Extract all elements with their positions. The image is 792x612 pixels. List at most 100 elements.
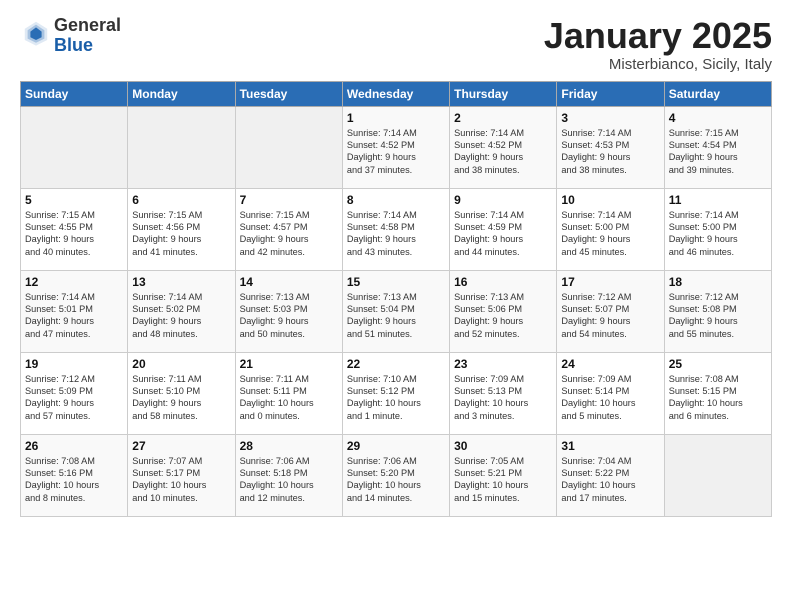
- col-thursday: Thursday: [450, 81, 557, 106]
- day-number: 21: [240, 357, 338, 371]
- table-row: 10 Sunrise: 7:14 AM Sunset: 5:00 PM Dayli…: [557, 188, 664, 270]
- day-info: Sunrise: 7:06 AM Sunset: 5:18 PM Dayligh…: [240, 455, 338, 505]
- day-info: Sunrise: 7:13 AM Sunset: 5:06 PM Dayligh…: [454, 291, 552, 341]
- day-number: 24: [561, 357, 659, 371]
- day-number: 30: [454, 439, 552, 453]
- table-row: 19 Sunrise: 7:12 AM Sunset: 5:09 PM Dayli…: [21, 352, 128, 434]
- day-info: Sunrise: 7:14 AM Sunset: 5:00 PM Dayligh…: [561, 209, 659, 259]
- table-row: 5Sunrise: 7:15 AM Sunset: 4:55 PM Daylig…: [21, 188, 128, 270]
- day-number: 22: [347, 357, 445, 371]
- day-info: Sunrise: 7:11 AM Sunset: 5:11 PM Dayligh…: [240, 373, 338, 423]
- table-row: 12Sunrise: 7:14 AM Sunset: 5:01 PM Dayli…: [21, 270, 128, 352]
- day-info: Sunrise: 7:14 AM Sunset: 5:02 PM Dayligh…: [132, 291, 230, 341]
- day-number: 11: [669, 193, 767, 207]
- day-number: 8: [347, 193, 445, 207]
- logo-icon: [22, 19, 50, 47]
- day-number: 9: [454, 193, 552, 207]
- table-row: [128, 106, 235, 188]
- day-number: 18: [669, 275, 767, 289]
- day-info: Sunrise: 7:14 AM Sunset: 5:01 PM Dayligh…: [25, 291, 123, 341]
- table-row: 14Sunrise: 7:13 AM Sunset: 5:03 PM Dayli…: [235, 270, 342, 352]
- location: Misterbianco, Sicily, Italy: [544, 56, 772, 73]
- day-info: Sunrise: 7:13 AM Sunset: 5:04 PM Dayligh…: [347, 291, 445, 341]
- day-info: Sunrise: 7:15 AM Sunset: 4:56 PM Dayligh…: [132, 209, 230, 259]
- day-number: 29: [347, 439, 445, 453]
- day-info: Sunrise: 7:12 AM Sunset: 5:08 PM Dayligh…: [669, 291, 767, 341]
- day-number: 17: [561, 275, 659, 289]
- col-friday: Friday: [557, 81, 664, 106]
- col-monday: Monday: [128, 81, 235, 106]
- table-row: 1Sunrise: 7:14 AM Sunset: 4:52 PM Daylig…: [342, 106, 449, 188]
- day-info: Sunrise: 7:09 AM Sunset: 5:14 PM Dayligh…: [561, 373, 659, 423]
- day-number: 15: [347, 275, 445, 289]
- table-row: 18 Sunrise: 7:12 AM Sunset: 5:08 PM Dayli…: [664, 270, 771, 352]
- table-row: [235, 106, 342, 188]
- calendar-week-row: 12Sunrise: 7:14 AM Sunset: 5:01 PM Dayli…: [21, 270, 772, 352]
- table-row: 27Sunrise: 7:07 AM Sunset: 5:17 PM Dayli…: [128, 434, 235, 516]
- table-row: 24 Sunrise: 7:09 AM Sunset: 5:14 PM Dayli…: [557, 352, 664, 434]
- day-number: 2: [454, 111, 552, 125]
- day-info: Sunrise: 7:09 AM Sunset: 5:13 PM Dayligh…: [454, 373, 552, 423]
- day-info: Sunrise: 7:13 AM Sunset: 5:03 PM Dayligh…: [240, 291, 338, 341]
- table-row: 11 Sunrise: 7:14 AM Sunset: 5:00 PM Dayli…: [664, 188, 771, 270]
- day-number: 26: [25, 439, 123, 453]
- day-info: Sunrise: 7:05 AM Sunset: 5:21 PM Dayligh…: [454, 455, 552, 505]
- col-wednesday: Wednesday: [342, 81, 449, 106]
- table-row: [21, 106, 128, 188]
- table-row: 8Sunrise: 7:14 AM Sunset: 4:58 PM Daylig…: [342, 188, 449, 270]
- table-row: 7 Sunrise: 7:15 AM Sunset: 4:57 PM Daylig…: [235, 188, 342, 270]
- day-number: 13: [132, 275, 230, 289]
- day-info: Sunrise: 7:08 AM Sunset: 5:15 PM Dayligh…: [669, 373, 767, 423]
- day-info: Sunrise: 7:14 AM Sunset: 4:59 PM Dayligh…: [454, 209, 552, 259]
- table-row: 13 Sunrise: 7:14 AM Sunset: 5:02 PM Dayli…: [128, 270, 235, 352]
- day-info: Sunrise: 7:04 AM Sunset: 5:22 PM Dayligh…: [561, 455, 659, 505]
- table-row: 22Sunrise: 7:10 AM Sunset: 5:12 PM Dayli…: [342, 352, 449, 434]
- day-info: Sunrise: 7:15 AM Sunset: 4:57 PM Dayligh…: [240, 209, 338, 259]
- day-number: 6: [132, 193, 230, 207]
- day-number: 23: [454, 357, 552, 371]
- day-number: 16: [454, 275, 552, 289]
- calendar-table: Sunday Monday Tuesday Wednesday Thursday…: [20, 81, 772, 517]
- day-info: Sunrise: 7:14 AM Sunset: 5:00 PM Dayligh…: [669, 209, 767, 259]
- day-info: Sunrise: 7:15 AM Sunset: 4:55 PM Dayligh…: [25, 209, 123, 259]
- table-row: 6 Sunrise: 7:15 AM Sunset: 4:56 PM Daylig…: [128, 188, 235, 270]
- table-row: 17Sunrise: 7:12 AM Sunset: 5:07 PM Dayli…: [557, 270, 664, 352]
- logo-text: General Blue: [54, 16, 121, 56]
- table-row: 31Sunrise: 7:04 AM Sunset: 5:22 PM Dayli…: [557, 434, 664, 516]
- day-info: Sunrise: 7:12 AM Sunset: 5:09 PM Dayligh…: [25, 373, 123, 423]
- day-number: 10: [561, 193, 659, 207]
- day-number: 4: [669, 111, 767, 125]
- day-info: Sunrise: 7:06 AM Sunset: 5:20 PM Dayligh…: [347, 455, 445, 505]
- table-row: 25 Sunrise: 7:08 AM Sunset: 5:15 PM Dayli…: [664, 352, 771, 434]
- day-number: 19: [25, 357, 123, 371]
- col-saturday: Saturday: [664, 81, 771, 106]
- table-row: 21 Sunrise: 7:11 AM Sunset: 5:11 PM Dayli…: [235, 352, 342, 434]
- day-number: 25: [669, 357, 767, 371]
- day-info: Sunrise: 7:15 AM Sunset: 4:54 PM Dayligh…: [669, 127, 767, 177]
- day-info: Sunrise: 7:14 AM Sunset: 4:52 PM Dayligh…: [347, 127, 445, 177]
- day-number: 27: [132, 439, 230, 453]
- calendar-week-row: 19 Sunrise: 7:12 AM Sunset: 5:09 PM Dayli…: [21, 352, 772, 434]
- month-title: January 2025: [544, 16, 772, 56]
- table-row: [664, 434, 771, 516]
- table-row: 23 Sunrise: 7:09 AM Sunset: 5:13 PM Dayli…: [450, 352, 557, 434]
- logo: General Blue: [20, 16, 121, 56]
- day-number: 20: [132, 357, 230, 371]
- calendar-week-row: 1Sunrise: 7:14 AM Sunset: 4:52 PM Daylig…: [21, 106, 772, 188]
- page-container: General Blue January 2025 Misterbianco, …: [0, 0, 792, 527]
- day-number: 7: [240, 193, 338, 207]
- calendar-week-row: 5Sunrise: 7:15 AM Sunset: 4:55 PM Daylig…: [21, 188, 772, 270]
- day-info: Sunrise: 7:14 AM Sunset: 4:52 PM Dayligh…: [454, 127, 552, 177]
- table-row: 16 Sunrise: 7:13 AM Sunset: 5:06 PM Dayli…: [450, 270, 557, 352]
- header: General Blue January 2025 Misterbianco, …: [20, 16, 772, 73]
- day-number: 28: [240, 439, 338, 453]
- table-row: 2 Sunrise: 7:14 AM Sunset: 4:52 PM Daylig…: [450, 106, 557, 188]
- day-number: 3: [561, 111, 659, 125]
- table-row: 3 Sunrise: 7:14 AM Sunset: 4:53 PM Daylig…: [557, 106, 664, 188]
- col-tuesday: Tuesday: [235, 81, 342, 106]
- table-row: 28 Sunrise: 7:06 AM Sunset: 5:18 PM Dayli…: [235, 434, 342, 516]
- table-row: 29 Sunrise: 7:06 AM Sunset: 5:20 PM Dayli…: [342, 434, 449, 516]
- table-row: 9 Sunrise: 7:14 AM Sunset: 4:59 PM Daylig…: [450, 188, 557, 270]
- col-sunday: Sunday: [21, 81, 128, 106]
- day-info: Sunrise: 7:14 AM Sunset: 4:53 PM Dayligh…: [561, 127, 659, 177]
